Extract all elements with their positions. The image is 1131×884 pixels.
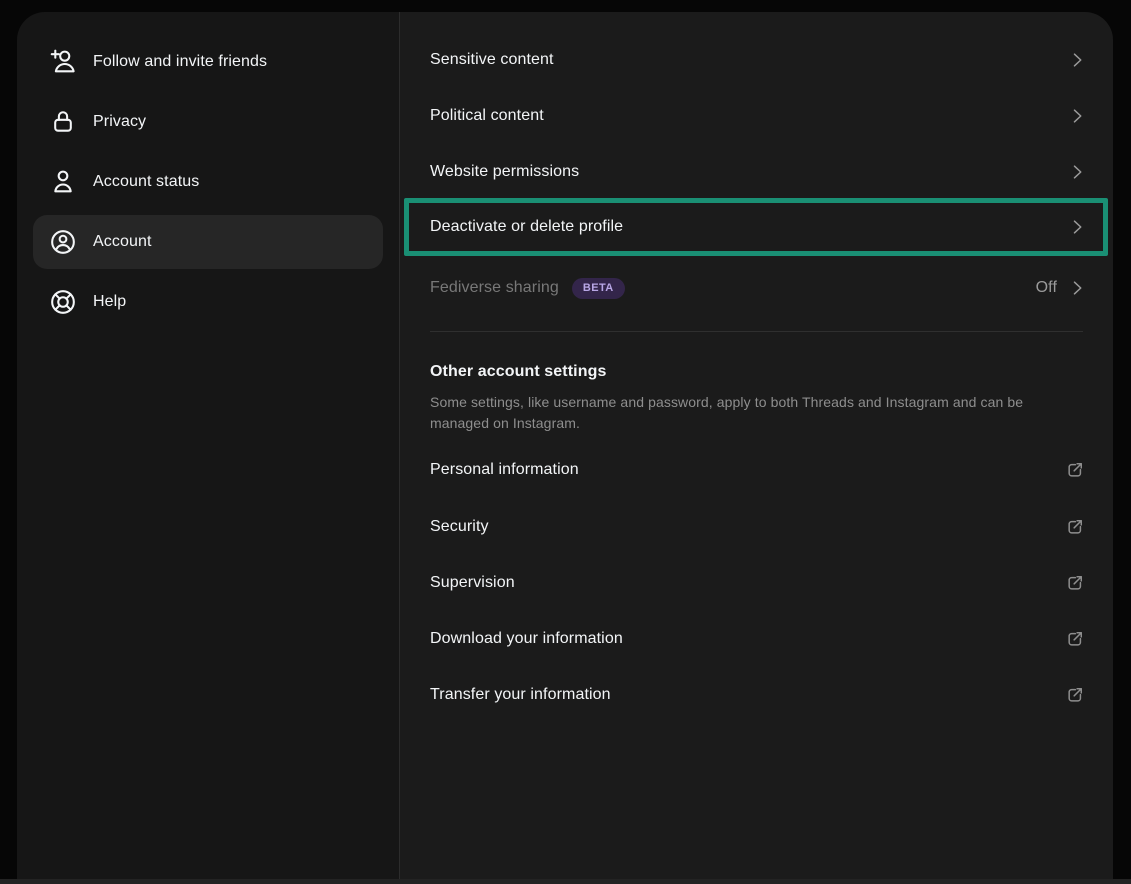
sidebar-item-account-status[interactable]: Account status	[33, 152, 385, 212]
row-label: Personal information	[430, 461, 579, 479]
settings-sidebar: Follow and invite friends Privacy Accoun…	[17, 12, 399, 879]
lifebuoy-icon	[50, 289, 76, 315]
fediverse-value: Off	[1036, 279, 1057, 297]
row-label: Fediverse sharing	[430, 279, 559, 297]
settings-window: Follow and invite friends Privacy Accoun…	[17, 12, 1113, 879]
row-label: Security	[430, 518, 489, 536]
window-bottom-edge	[0, 879, 1131, 884]
chevron-right-icon	[1067, 50, 1087, 70]
person-circle-icon	[50, 229, 76, 255]
sidebar-item-label: Account	[93, 233, 152, 251]
external-link-icon	[1065, 573, 1085, 593]
link-personal-information[interactable]: Personal information	[430, 442, 1087, 498]
section-description: Some settings, like username and passwor…	[430, 392, 1060, 434]
row-label: Sensitive content	[430, 51, 554, 69]
row-label: Transfer your information	[430, 686, 611, 704]
section-heading: Other account settings	[430, 363, 606, 381]
row-label: Website permissions	[430, 163, 579, 181]
row-deactivate-delete-profile[interactable]: Deactivate or delete profile	[430, 199, 1087, 255]
beta-badge: BETA	[572, 278, 625, 299]
external-link-icon	[1065, 517, 1085, 537]
chevron-right-icon	[1067, 217, 1087, 237]
row-label: Deactivate or delete profile	[430, 218, 623, 236]
sidebar-item-label: Help	[93, 293, 126, 311]
user-plus-icon	[50, 49, 76, 75]
row-website-permissions[interactable]: Website permissions	[430, 144, 1087, 200]
link-download-information[interactable]: Download your information	[430, 611, 1087, 667]
row-sensitive-content[interactable]: Sensitive content	[430, 32, 1087, 88]
row-label: Political content	[430, 107, 544, 125]
sidebar-item-privacy[interactable]: Privacy	[33, 92, 385, 152]
sidebar-item-label: Follow and invite friends	[93, 53, 267, 71]
link-supervision[interactable]: Supervision	[430, 555, 1087, 611]
row-label: Download your information	[430, 630, 623, 648]
link-security[interactable]: Security	[430, 499, 1087, 555]
person-icon	[50, 169, 76, 195]
sidebar-item-account[interactable]: Account	[33, 212, 385, 272]
lock-icon	[50, 109, 76, 135]
sidebar-item-follow-invite[interactable]: Follow and invite friends	[33, 32, 385, 92]
row-label: Supervision	[430, 574, 515, 592]
sidebar-item-label: Account status	[93, 173, 199, 191]
external-link-icon	[1065, 629, 1085, 649]
account-settings-panel: Sensitive content Political content Webs…	[400, 12, 1113, 879]
sidebar-item-label: Privacy	[93, 113, 146, 131]
external-link-icon	[1065, 460, 1085, 480]
link-transfer-information[interactable]: Transfer your information	[430, 667, 1087, 723]
external-link-icon	[1065, 685, 1085, 705]
row-political-content[interactable]: Political content	[430, 88, 1087, 144]
row-fediverse-sharing[interactable]: Fediverse sharing BETA Off	[430, 260, 1087, 316]
chevron-right-icon	[1067, 106, 1087, 126]
chevron-right-icon	[1067, 162, 1087, 182]
sidebar-item-help[interactable]: Help	[33, 272, 385, 332]
chevron-right-icon	[1067, 278, 1087, 298]
section-divider	[430, 331, 1083, 332]
